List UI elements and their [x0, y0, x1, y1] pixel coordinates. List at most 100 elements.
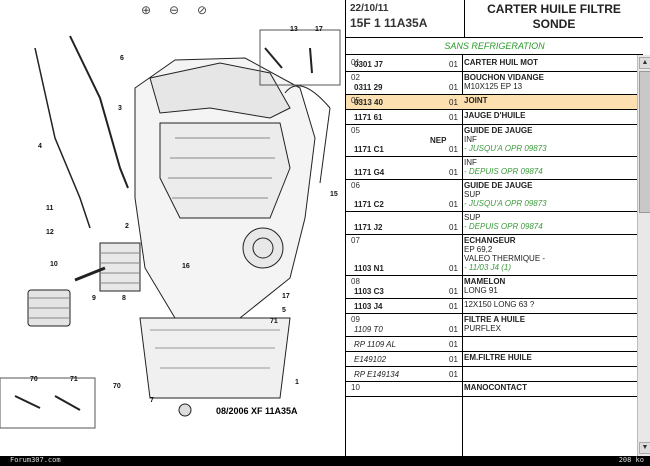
vertical-scrollbar[interactable]: ▲ ▼	[637, 55, 650, 456]
callout-9[interactable]: 9	[92, 295, 96, 302]
callout-7[interactable]: 7	[150, 397, 154, 404]
zoom-toolbar: ⊕ ⊖ ⊘	[138, 2, 210, 18]
row-description-line: SUP	[464, 213, 481, 222]
callout-11[interactable]: 11	[46, 205, 54, 212]
callout-2[interactable]: 2	[125, 223, 129, 230]
row-quantity: 01	[449, 168, 458, 177]
callout-71b[interactable]: 71	[70, 376, 78, 383]
zoom-out-icon[interactable]: ⊖	[166, 2, 182, 18]
table-row[interactable]: 06 1171 C2 01 GUIDE DE JAUGE SUP - JUSQU'A OP…	[346, 180, 637, 212]
row-reference[interactable]: 0313 40	[354, 98, 383, 107]
row-quantity: 01	[449, 264, 458, 273]
row-description-line: - DEPUIS OPR 09874	[464, 222, 543, 231]
zoom-in-icon[interactable]: ⊕	[138, 2, 154, 18]
table-row[interactable]: 1171 61 01 JAUGE D'HUILE	[346, 110, 637, 125]
row-reference[interactable]: E149102	[354, 355, 386, 364]
row-reference[interactable]: 1171 J2	[354, 223, 382, 232]
scrollbar-thumb[interactable]	[639, 71, 650, 213]
table-row[interactable]: 08 1103 C3 01 MAMELON LONG 91	[346, 276, 637, 299]
row-description-line: FILTRE A HUILE	[464, 315, 526, 324]
callout-6[interactable]: 6	[120, 55, 124, 62]
scroll-up-icon[interactable]: ▲	[639, 57, 650, 69]
row-description-line: CARTER HUIL MOT	[464, 58, 539, 67]
row-reference[interactable]: 1171 C1	[354, 145, 384, 154]
row-description-line: EP 69,2	[464, 245, 493, 254]
row-reference[interactable]: 0311 29	[354, 83, 382, 92]
callout-3[interactable]: 3	[118, 105, 122, 112]
callout-17a[interactable]: 17	[315, 26, 323, 33]
row-reference[interactable]: RP 1109 AL	[354, 340, 396, 349]
row-description-line: - DEPUIS OPR 09874	[464, 167, 543, 176]
callout-70a[interactable]: 70	[113, 383, 121, 390]
row-description-line: JOINT	[464, 96, 488, 105]
row-description-line: - JUSQU'A OPR 09873	[464, 199, 547, 208]
row-quantity: 01	[449, 98, 458, 107]
row-reference[interactable]: 1171 G4	[354, 168, 384, 177]
row-reference[interactable]: 1103 C3	[354, 287, 384, 296]
footer-size: 208 ko	[618, 456, 644, 464]
row-reference[interactable]: 1103 N1	[354, 264, 384, 273]
row-quantity: 01	[449, 340, 458, 349]
table-row[interactable]: 10 MANOCONTACT	[346, 382, 637, 397]
engine-exploded-diagram: 13 17 6 3 4 11 15 12 2 16 10 8 17 5 9 1 …	[0, 26, 341, 429]
row-description: BOUCHON VIDANGE M10X125 EP 13	[464, 73, 544, 91]
row-quantity: 01	[449, 302, 458, 311]
row-note: NEP	[430, 135, 447, 145]
parts-rows: 01 0301 J7 01 CARTER HUIL MOT 02 0311 29 01 BOU…	[346, 57, 637, 397]
row-description-line: MANOCONTACT	[464, 383, 527, 392]
callout-71a[interactable]: 71	[270, 318, 278, 325]
row-reference[interactable]: 1103 J4	[354, 302, 382, 311]
callout-13[interactable]: 13	[290, 26, 298, 33]
table-row[interactable]: 1103 J4 01 12X150 LONG 63 ?	[346, 299, 637, 314]
row-reference[interactable]: 0301 J7	[354, 60, 383, 69]
row-reference[interactable]: 1171 61	[354, 113, 382, 122]
row-quantity: 01	[449, 325, 458, 334]
callout-16[interactable]: 16	[182, 263, 190, 270]
callout-8[interactable]: 8	[122, 295, 126, 302]
row-reference[interactable]: 1171 C2	[354, 200, 384, 209]
row-reference[interactable]: 1109 T0	[354, 325, 383, 334]
diagram-caption: 08/2006 XF 11A35A	[216, 406, 298, 416]
row-description-line: GUIDE DE JAUGE	[464, 126, 533, 135]
row-quantity: 01	[449, 355, 458, 364]
table-row[interactable]: 07 1103 N1 01 ECHANGEUR EP 69,2 VALEO THERMIQ…	[346, 235, 637, 276]
table-row[interactable]: RP E149134 01	[346, 367, 637, 382]
row-description: MAMELON LONG 91	[464, 277, 505, 295]
row-description-line: M10X125 EP 13	[464, 82, 523, 91]
table-row[interactable]: 09 1109 T0 01 FILTRE A HUILE PURFLEX	[346, 314, 637, 337]
callout-12[interactable]: 12	[46, 229, 54, 236]
table-row[interactable]: 05 0313 40 01 JOINT	[346, 95, 637, 110]
callout-1[interactable]: 1	[295, 379, 299, 386]
table-row[interactable]: 02 0311 29 01 BOUCHON VIDANGE M10X125 EP 13	[346, 72, 637, 95]
table-row[interactable]: 01 0301 J7 01 CARTER HUIL MOT	[346, 57, 637, 72]
callout-70b[interactable]: 70	[30, 376, 38, 383]
callout-17b[interactable]: 17	[282, 293, 290, 300]
callout-10[interactable]: 10	[50, 261, 58, 268]
row-description: FILTRE A HUILE PURFLEX	[464, 315, 525, 333]
row-quantity: 01	[449, 83, 458, 92]
row-description: INF - DEPUIS OPR 09874	[464, 158, 543, 176]
scroll-down-icon[interactable]: ▼	[639, 442, 650, 454]
row-description-line: PURFLEX	[464, 324, 501, 333]
callout-15[interactable]: 15	[330, 191, 338, 198]
row-description-line: BOUCHON VIDANGE	[464, 73, 545, 82]
row-description: 12X150 LONG 63 ?	[464, 300, 534, 309]
table-row[interactable]: RP 1109 AL 01	[346, 337, 637, 352]
row-description-line: MAMELON	[464, 277, 506, 286]
table-row[interactable]: E149102 01 EM.FILTRE HUILE	[346, 352, 637, 367]
row-quantity: 01	[449, 287, 458, 296]
table-row[interactable]: 1171 G4 01 INF - DEPUIS OPR 09874	[346, 157, 637, 180]
sans-refrigeration-label: SANS REFRIGERATION	[346, 38, 643, 55]
status-bar: Forum307.com 208 ko	[0, 456, 650, 466]
row-quantity: 01	[449, 200, 458, 209]
row-quantity: 01	[449, 60, 458, 69]
table-row[interactable]: 1171 J2 01 SUP - DEPUIS OPR 09874	[346, 212, 637, 235]
row-description: ECHANGEUR EP 69,2 VALEO THERMIQUE -- 11/03…	[464, 236, 545, 272]
table-row[interactable]: 05 1171 C1 NEP 01 GUIDE DE JAUGE INF - JUSQU'A…	[346, 125, 637, 157]
header-title-line1: CARTER HUILE FILTRE	[487, 2, 621, 16]
zoom-reset-icon[interactable]: ⊘	[194, 2, 210, 18]
row-reference[interactable]: RP E149134	[354, 370, 399, 379]
callout-4[interactable]: 4	[38, 143, 42, 150]
row-description-line: INF	[464, 158, 477, 167]
callout-5[interactable]: 5	[282, 307, 286, 314]
